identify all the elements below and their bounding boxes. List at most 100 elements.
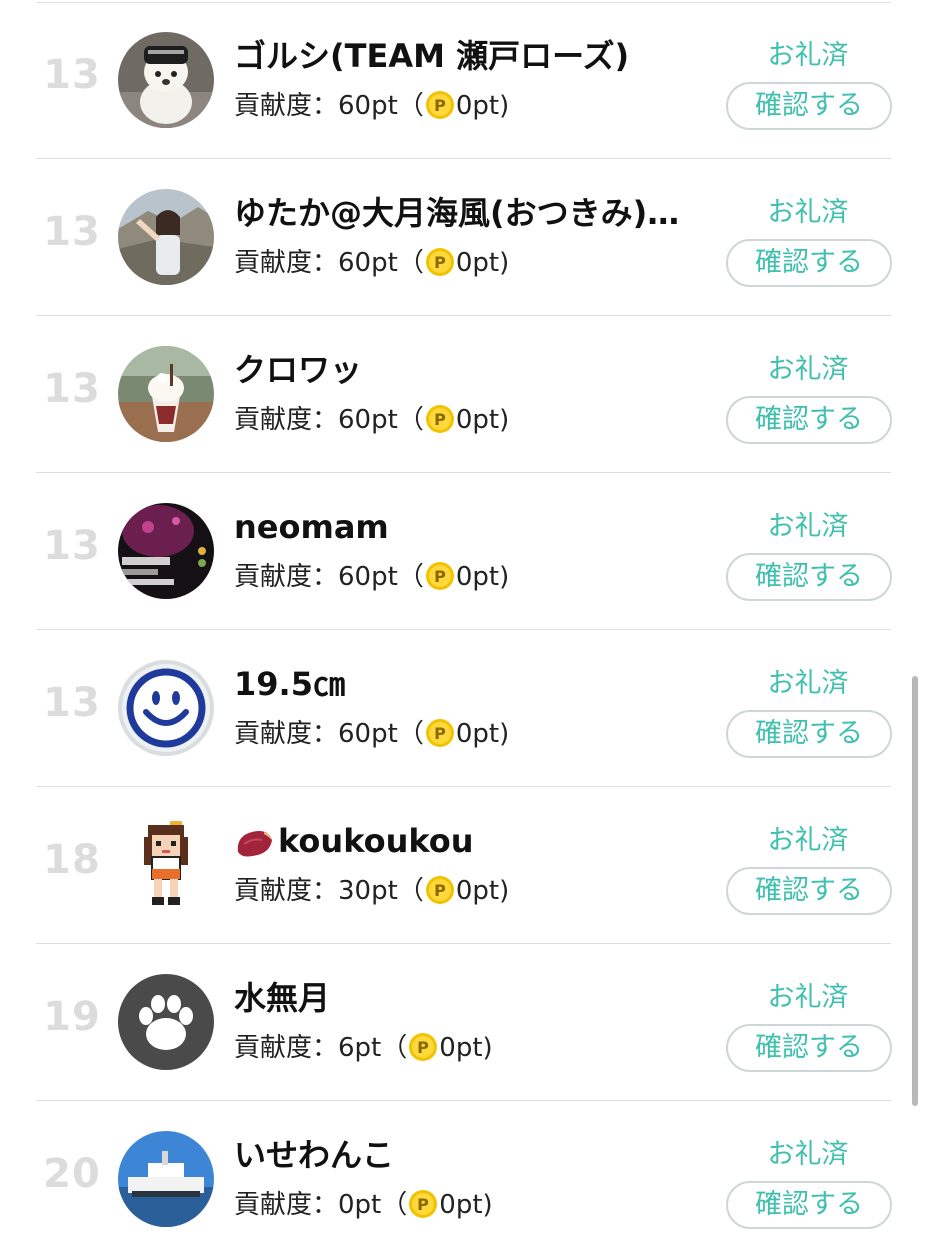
contribution: 貢献度：60pt（ P 0pt) [234,555,509,599]
contribution: 貢献度：0pt（ P 0pt) [234,1183,493,1227]
ship-photo [118,1131,214,1227]
scrollbar[interactable] [912,676,918,1106]
user-name: neomam [234,508,389,546]
rank-number: 13 [43,209,101,255]
svg-text:P: P [434,96,446,115]
thanks-status: お礼済 [767,982,849,1013]
plush-toy-photo [118,32,214,128]
avatar[interactable] [118,1131,214,1227]
contribution: 貢献度：6pt（ P 0pt) [234,1026,493,1070]
coin-points: 0pt) [455,248,510,278]
rank-number: 13 [43,523,101,569]
paren-open: （ [381,1033,408,1063]
confirm-button[interactable]: 確認する [726,396,892,444]
rank-number: 20 [43,1151,101,1197]
ranking-row: 19 水無月 貢献度：6pt（ P 0pt) お礼済 確認する [0,944,927,1101]
contribution: 貢献度：30pt（ P 0pt) [234,869,509,913]
contribution-points: 60pt [338,248,398,278]
confirm-button[interactable]: 確認する [726,867,892,915]
thanks-status: お礼済 [767,511,849,542]
p-coin-icon: P [409,1189,438,1218]
paren-open: （ [397,876,424,906]
user-name: koukoukou [234,819,704,863]
coin-points: 0pt) [455,562,510,592]
paren-open: （ [397,91,424,121]
ranking-row: 20 いせわんこ 貢献度：0pt（ P 0pt) お礼済 確認する [0,1101,927,1258]
svg-text:P: P [434,724,446,743]
contribution: 貢献度：60pt（ P 0pt) [234,712,509,756]
p-coin-icon: P [409,1032,438,1061]
thanks-status: お礼済 [767,1139,849,1170]
user-name: いせわんこ [234,1136,395,1174]
coin-points: 0pt) [455,405,510,435]
contribution-label: 貢献度： [234,876,339,906]
avatar[interactable] [118,346,214,442]
rank-number: 19 [43,994,101,1040]
contribution-points: 60pt [338,562,398,592]
confirm-button[interactable]: 確認する [726,82,892,130]
user-name: ゆたか@大月海風(おつきみ)… [234,194,680,232]
paren-open: （ [397,562,424,592]
ranking-row: 13 ゆたか@大月海風(おつきみ)… 貢献度：60pt（ P 0pt) お礼済 確認… [0,159,927,316]
rank-number: 13 [43,680,101,726]
contribution-points: 60pt [338,719,398,749]
contribution-label: 貢献度： [234,719,339,749]
contribution-points: 60pt [338,405,398,435]
ranking-row: 13 クロワッ 貢献度：60pt（ P 0pt) お礼済 確認する [0,316,927,473]
paw-icon [118,974,214,1070]
contribution-label: 貢献度： [234,562,339,592]
p-coin-icon: P [425,561,454,590]
svg-text:P: P [434,253,446,272]
paren-open: （ [397,248,424,278]
ranking-row: 13 ゴルシ(TEAM 瀬戸ローズ) 貢献度：60pt（ P 0pt) お礼済 確認… [0,2,927,159]
user-name: ゴルシ(TEAM 瀬戸ローズ) [234,37,630,75]
svg-text:P: P [434,881,446,900]
contribution-points: 6pt [338,1033,382,1063]
coin-points: 0pt) [455,719,510,749]
smiley-bowl [118,660,214,756]
thanks-status: お礼済 [767,354,849,385]
user-name: 水無月 [234,979,331,1017]
confirm-button[interactable]: 確認する [726,710,892,758]
sweet-potato-icon [237,831,272,857]
ranking-list: 13 ゴルシ(TEAM 瀬戸ローズ) 貢献度：60pt（ P 0pt) お礼済 確認… [0,0,927,1229]
contribution: 貢献度：60pt（ P 0pt) [234,84,509,128]
p-coin-icon: P [425,718,454,747]
rank-number: 13 [43,52,101,98]
contribution-points: 0pt [338,1190,382,1220]
coin-points: 0pt) [439,1033,493,1063]
avatar[interactable] [118,817,214,913]
avatar[interactable] [118,503,214,599]
paren-open: （ [397,719,424,749]
contribution-label: 貢献度： [234,248,339,278]
confirm-button[interactable]: 確認する [726,553,892,601]
p-coin-icon: P [425,90,454,119]
coin-points: 0pt) [439,1190,493,1220]
ranking-row: 18 koukoukou 貢献度：30pt（ P 0pt) お礼済 確認する [0,787,927,944]
confirm-button[interactable]: 確認する [726,239,892,287]
contribution-label: 貢献度： [234,405,339,435]
user-name-text: koukoukou [278,822,474,860]
coin-points: 0pt) [455,876,510,906]
person-mountain-photo [118,189,214,285]
confirm-button[interactable]: 確認する [726,1024,892,1072]
avatar[interactable] [118,660,214,756]
user-name: クロワッ [234,351,363,389]
parfait-photo [118,346,214,442]
contribution-points: 30pt [338,876,398,906]
ranking-row: 13 neomam 貢献度：60pt（ P 0pt) お礼済 確認する [0,473,927,630]
confirm-button[interactable]: 確認する [726,1181,892,1229]
paren-open: （ [381,1190,408,1220]
thanks-status: お礼済 [767,197,849,228]
contribution-label: 貢献度： [234,1033,339,1063]
svg-text:P: P [434,410,446,429]
rank-number: 13 [43,366,101,412]
contribution: 貢献度：60pt（ P 0pt) [234,241,509,285]
p-coin-icon: P [425,875,454,904]
avatar[interactable] [118,32,214,128]
thanks-status: お礼済 [767,825,849,856]
avatar[interactable] [118,189,214,285]
contribution-label: 貢献度： [234,91,339,121]
svg-text:P: P [417,1038,429,1057]
avatar[interactable] [118,974,214,1070]
